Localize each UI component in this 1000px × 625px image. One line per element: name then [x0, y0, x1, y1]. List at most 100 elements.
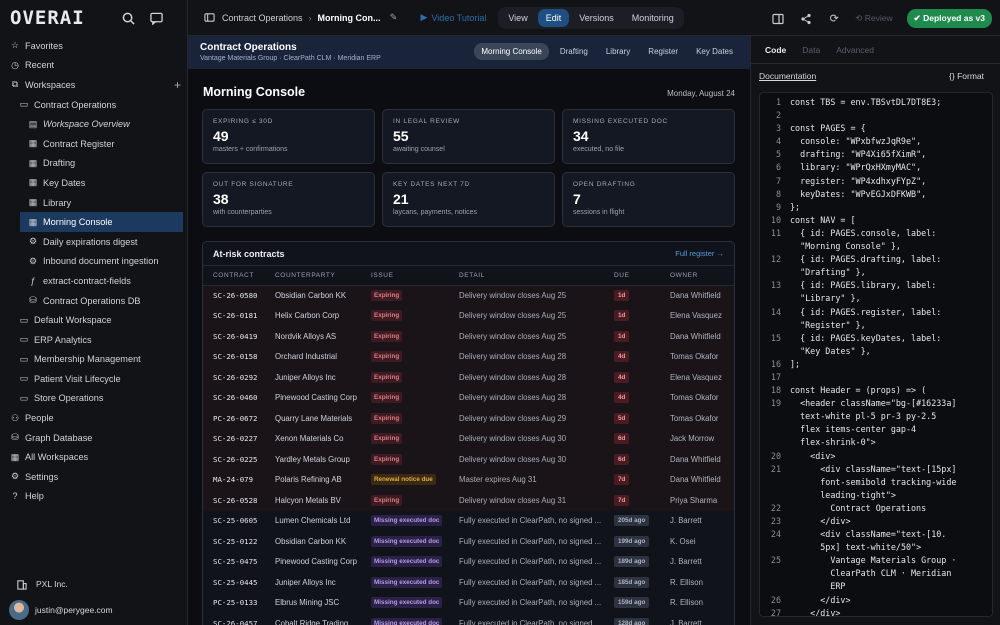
- sidebar-item[interactable]: ▤ Workspace Overview: [0, 114, 187, 134]
- full-register-link[interactable]: Full register →: [675, 249, 724, 258]
- page-tab[interactable]: Morning Console: [474, 43, 549, 60]
- page-tab[interactable]: Drafting: [553, 43, 595, 60]
- logo[interactable]: OVERAI: [10, 7, 85, 29]
- refresh-icon[interactable]: ⟳: [827, 12, 841, 26]
- table-row[interactable]: SC-26-0580 Obsidian Carbon KK Expiring Deli…: [203, 285, 734, 306]
- column-header[interactable]: DETAIL: [449, 266, 604, 286]
- table-row[interactable]: SC-26-0457 Cobalt Ridge Trading Missing ex…: [203, 613, 734, 625]
- column-header[interactable]: CONTRACT: [203, 266, 265, 286]
- sidebar-item[interactable]: ⧉ Workspaces +: [0, 75, 187, 95]
- sidebar-item[interactable]: ▦ Drafting: [0, 154, 187, 174]
- sidebar-item[interactable]: ⚇ People: [0, 408, 187, 428]
- table-row[interactable]: SC-25-0445 Juniper Alloys Inc Missing exec…: [203, 572, 734, 593]
- documentation-link[interactable]: Documentation: [759, 71, 816, 81]
- layout-icon[interactable]: [771, 12, 785, 26]
- pencil-icon[interactable]: ✎: [387, 11, 401, 25]
- contract-id[interactable]: SC-26-0457: [203, 613, 265, 625]
- contract-id[interactable]: SC-26-0292: [203, 367, 265, 388]
- table-row[interactable]: SC-25-0122 Obsidian Carbon KK Missing exec…: [203, 531, 734, 552]
- sidebar-item[interactable]: ▭ Default Workspace: [0, 310, 187, 330]
- stat-card[interactable]: Out for signature 38 with counterparties: [202, 172, 375, 227]
- table-row[interactable]: SC-26-0419 Nordvik Alloys AS Expiring Deliv…: [203, 326, 734, 347]
- mode-tab[interactable]: Versions: [571, 9, 622, 27]
- contract-id[interactable]: MA-24-079: [203, 469, 265, 490]
- page-tab[interactable]: Key Dates: [689, 43, 740, 60]
- stat-card[interactable]: Missing executed doc 34 executed, no file: [562, 109, 735, 164]
- sidebar-item[interactable]: ▦ Contract Register: [0, 134, 187, 154]
- table-row[interactable]: SC-26-0181 Helix Carbon Corp Expiring Deliv…: [203, 305, 734, 326]
- stat-card[interactable]: Key dates next 7d 21 laycans, payments, no…: [382, 172, 555, 227]
- mode-tab[interactable]: View: [500, 9, 535, 27]
- contract-id[interactable]: SC-26-0225: [203, 449, 265, 470]
- table-row[interactable]: SC-26-0292 Juniper Alloys Inc Expiring Deli…: [203, 367, 734, 388]
- table-row[interactable]: SC-26-0460 Pinewood Casting Corp Expiring D…: [203, 387, 734, 408]
- contract-id[interactable]: SC-25-0122: [203, 531, 265, 552]
- sidebar-item[interactable]: ▭ Membership Management: [0, 350, 187, 370]
- review-button[interactable]: ⟲ Review: [855, 13, 892, 24]
- page-tab[interactable]: Register: [641, 43, 685, 60]
- sidebar-item[interactable]: ▦ All Workspaces: [0, 447, 187, 467]
- sidebar-item[interactable]: ▦ Key Dates: [0, 173, 187, 193]
- sidebar-item[interactable]: ⚙ Settings: [0, 467, 187, 487]
- column-header[interactable]: OWNER: [660, 266, 734, 286]
- sidebar-item[interactable]: ▭ ERP Analytics: [0, 330, 187, 350]
- stat-card[interactable]: Open drafting 7 sessions in flight: [562, 172, 735, 227]
- stat-card[interactable]: Expiring ≤ 30d 49 masters + confirmations: [202, 109, 375, 164]
- contract-id[interactable]: SC-26-0181: [203, 305, 265, 326]
- table-row[interactable]: SC-26-0225 Yardley Metals Group Expiring De…: [203, 449, 734, 470]
- user-menu[interactable]: justin@perygee.com: [0, 595, 188, 625]
- table-row[interactable]: SC-26-0158 Orchard Industrial Expiring Deli…: [203, 346, 734, 367]
- code-tab[interactable]: Advanced: [836, 45, 874, 55]
- table-row[interactable]: SC-26-0227 Xenon Materials Co Expiring Deli…: [203, 428, 734, 449]
- org-switcher[interactable]: PXL Inc.: [0, 573, 188, 595]
- sidebar-item[interactable]: ? Help: [0, 487, 187, 507]
- column-header[interactable]: COUNTERPARTY: [265, 266, 361, 286]
- chat-icon[interactable]: [149, 11, 163, 25]
- sidebar-item[interactable]: ⛁ Graph Database: [0, 428, 187, 448]
- sidebar-item[interactable]: ▦ Library: [0, 193, 187, 213]
- contract-id[interactable]: SC-26-0460: [203, 387, 265, 408]
- plus-icon[interactable]: +: [174, 78, 181, 92]
- sidebar-item[interactable]: ▭ Contract Operations: [0, 95, 187, 115]
- table-row[interactable]: SC-25-0605 Lumen Chemicals Ltd Missing exe…: [203, 511, 734, 532]
- contract-id[interactable]: SC-25-0475: [203, 552, 265, 573]
- video-tutorial-link[interactable]: ▶ Video Tutorial: [421, 12, 487, 23]
- contract-id[interactable]: SC-26-0528: [203, 490, 265, 511]
- code-tab[interactable]: Data: [802, 45, 820, 55]
- contract-id[interactable]: PC-25-0133: [203, 593, 265, 614]
- deployed-badge[interactable]: ✔ Deployed as v3: [906, 9, 992, 28]
- column-header[interactable]: DUE: [604, 266, 660, 286]
- sidebar-item[interactable]: ⚙ Inbound document ingestion: [0, 252, 187, 272]
- table-row[interactable]: SC-25-0475 Pinewood Casting Corp Missing e…: [203, 552, 734, 573]
- code-editor[interactable]: 1 const TBS = env.TBSvtDL7DT8E3; 2 3 const P…: [759, 92, 993, 617]
- sidebar-item[interactable]: ⛁ Contract Operations DB: [0, 291, 187, 311]
- sidebar-item[interactable]: ▦ Morning Console: [20, 212, 183, 232]
- table-row[interactable]: PC-26-0672 Quarry Lane Materials Expiring D…: [203, 408, 734, 429]
- sidebar-item[interactable]: ☆ Favorites: [0, 36, 187, 56]
- search-icon[interactable]: [121, 11, 135, 25]
- stat-card[interactable]: In legal review 55 awaiting counsel: [382, 109, 555, 164]
- column-header[interactable]: ISSUE: [361, 266, 449, 286]
- table-row[interactable]: PC-25-0133 Elbrus Mining JSC Missing execu…: [203, 593, 734, 614]
- table-row[interactable]: SC-26-0528 Halcyon Metals BV Expiring Deliv…: [203, 490, 734, 511]
- contract-id[interactable]: SC-26-0227: [203, 428, 265, 449]
- page-tab[interactable]: Library: [599, 43, 637, 60]
- sidebar-item[interactable]: ▭ Store Operations: [0, 389, 187, 409]
- format-button[interactable]: {} Format: [949, 71, 984, 81]
- breadcrumb-parent[interactable]: Contract Operations: [222, 13, 303, 23]
- contract-id[interactable]: SC-25-0605: [203, 511, 265, 532]
- sidebar-item[interactable]: ⚙ Daily expirations digest: [0, 232, 187, 252]
- mode-tab[interactable]: Monitoring: [624, 9, 682, 27]
- code-tab[interactable]: Code: [765, 45, 786, 55]
- breadcrumb-current[interactable]: Morning Con...: [318, 13, 381, 23]
- mode-tab[interactable]: Edit: [537, 8, 570, 27]
- contract-id[interactable]: SC-25-0445: [203, 572, 265, 593]
- sidebar-item[interactable]: ƒ extract-contract-fields: [0, 271, 187, 291]
- sidebar-item[interactable]: ▭ Patient Visit Lifecycle: [0, 369, 187, 389]
- share-icon[interactable]: [799, 12, 813, 26]
- table-row[interactable]: MA-24-079 Polaris Refining AB Renewal noti…: [203, 469, 734, 490]
- contract-id[interactable]: PC-26-0672: [203, 408, 265, 429]
- contract-id[interactable]: SC-26-0580: [203, 285, 265, 306]
- contract-id[interactable]: SC-26-0158: [203, 346, 265, 367]
- contract-id[interactable]: SC-26-0419: [203, 326, 265, 347]
